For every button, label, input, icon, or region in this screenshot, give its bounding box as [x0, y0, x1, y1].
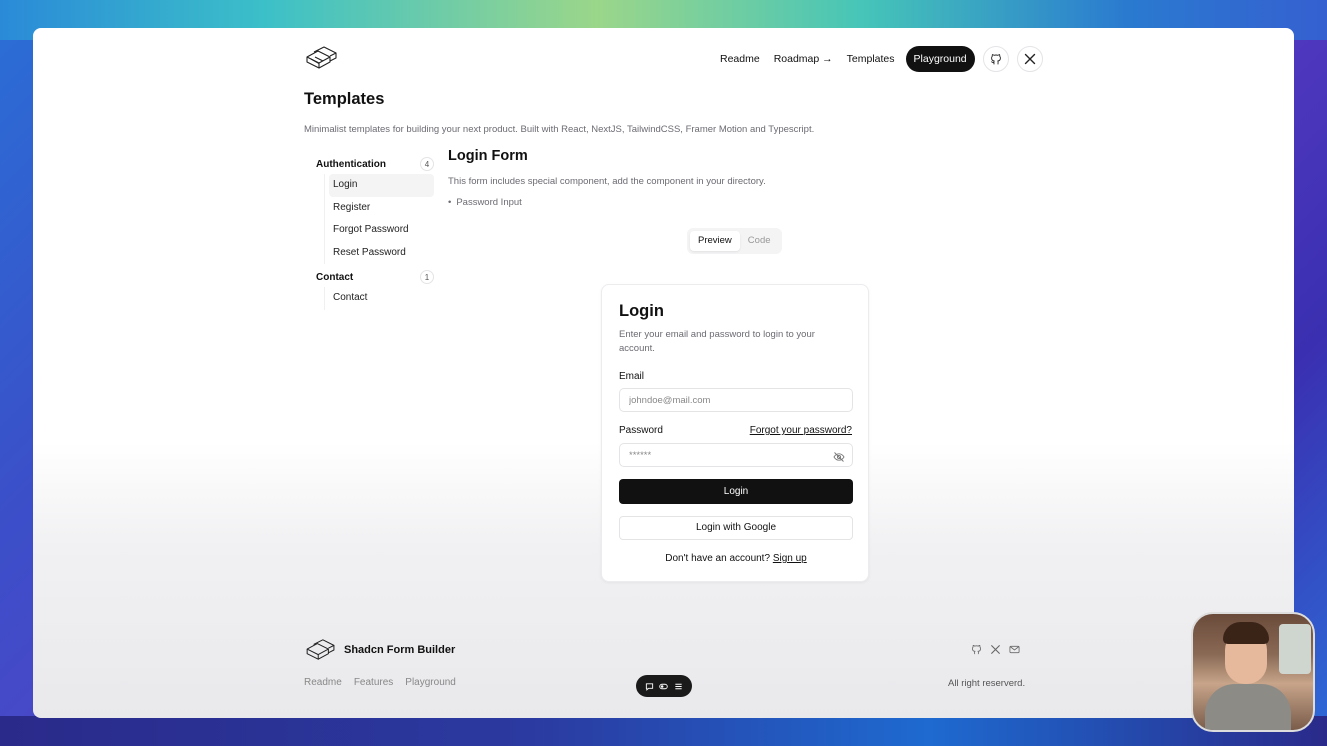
desktop-wallpaper-bottom [0, 716, 1327, 746]
template-description: This form includes special component, ad… [448, 176, 766, 187]
webcam-overlay [1191, 612, 1315, 732]
preview-code-toggle: Preview Code [687, 228, 782, 254]
toggle-icon[interactable] [659, 682, 669, 691]
footer-links: Readme Features Playground [304, 677, 456, 688]
sidebar-group-authentication[interactable]: Authentication 4 [304, 154, 434, 174]
mail-icon[interactable] [1009, 644, 1020, 655]
signup-prompt: Don't have an account? [665, 553, 771, 564]
github-icon [990, 54, 1001, 65]
component-name: Password Input [456, 197, 522, 208]
login-card: Login Enter your email and password to l… [601, 284, 869, 582]
signup-link[interactable]: Sign up [773, 553, 807, 564]
webcam-person-body [1205, 684, 1291, 730]
menu-icon[interactable] [674, 682, 683, 691]
footer-link-features[interactable]: Features [354, 677, 393, 688]
email-field[interactable] [619, 388, 853, 412]
sidebar-item-contact[interactable]: Contact [329, 287, 434, 310]
x-twitter-button[interactable] [1016, 46, 1043, 72]
sidebar-item-forgot-password[interactable]: Forgot Password [329, 219, 434, 242]
count-badge: 1 [420, 270, 434, 284]
nav-roadmap[interactable]: Roadmap → [767, 46, 840, 72]
sidebar-group-label: Contact [316, 271, 354, 283]
password-label: Password [619, 425, 663, 436]
sidebar-group-label: Authentication [316, 158, 386, 170]
top-nav: Readme Roadmap → Templates Playground [713, 46, 1043, 72]
tab-code[interactable]: Code [740, 231, 779, 251]
login-with-google-button[interactable]: Login with Google [619, 516, 853, 540]
webcam-background-window [1279, 624, 1311, 674]
github-button[interactable] [982, 46, 1009, 72]
footer-link-readme[interactable]: Readme [304, 677, 342, 688]
copyright-text: All right reserverd. [948, 678, 1026, 689]
password-field[interactable] [619, 443, 853, 467]
footer-logo-icon[interactable] [304, 638, 338, 662]
login-title: Login [619, 302, 664, 320]
login-description: Enter your email and password to login t… [619, 329, 815, 354]
x-icon [1024, 53, 1035, 65]
github-icon[interactable] [971, 644, 982, 655]
playground-button[interactable]: Playground [905, 46, 975, 72]
sidebar-item-register[interactable]: Register [329, 197, 434, 220]
component-list-item: • Password Input [448, 197, 766, 208]
logo-icon[interactable] [304, 45, 340, 71]
sidebar-list-contact: Contact [324, 287, 434, 310]
page-subtitle: Minimalist templates for building your n… [304, 124, 815, 135]
signup-row: Don't have an account? Sign up [602, 553, 870, 564]
nav-readme[interactable]: Readme [713, 46, 767, 72]
footer-social-icons [971, 644, 1020, 655]
bullet-icon: • [448, 197, 452, 208]
sidebar-list-authentication: Login Register Forgot Password Reset Pas… [324, 174, 434, 264]
sidebar-group-contact[interactable]: Contact 1 [304, 267, 434, 287]
footer-brand: Shadcn Form Builder [344, 644, 456, 656]
email-label: Email [619, 371, 645, 382]
browser-window: Readme Roadmap → Templates Playground Te… [33, 28, 1294, 718]
webcam-person-hair [1223, 622, 1269, 644]
tab-preview[interactable]: Preview [690, 231, 740, 251]
nav-templates[interactable]: Templates [840, 46, 902, 72]
comment-icon[interactable] [645, 682, 654, 691]
eye-off-icon[interactable] [833, 451, 845, 463]
x-icon[interactable] [990, 644, 1001, 655]
floating-toolbar [636, 675, 692, 697]
count-badge: 4 [420, 157, 434, 171]
template-title: Login Form [448, 148, 528, 164]
template-content: Login Form This form includes special co… [448, 148, 766, 208]
sidebar-item-login[interactable]: Login [329, 174, 434, 197]
page-title: Templates [304, 90, 385, 108]
forgot-password-link[interactable]: Forgot your password? [750, 425, 852, 436]
templates-sidebar: Authentication 4 Login Register Forgot P… [304, 154, 434, 310]
login-button[interactable]: Login [619, 479, 853, 504]
sidebar-item-reset-password[interactable]: Reset Password [329, 242, 434, 265]
footer-link-playground[interactable]: Playground [405, 677, 456, 688]
